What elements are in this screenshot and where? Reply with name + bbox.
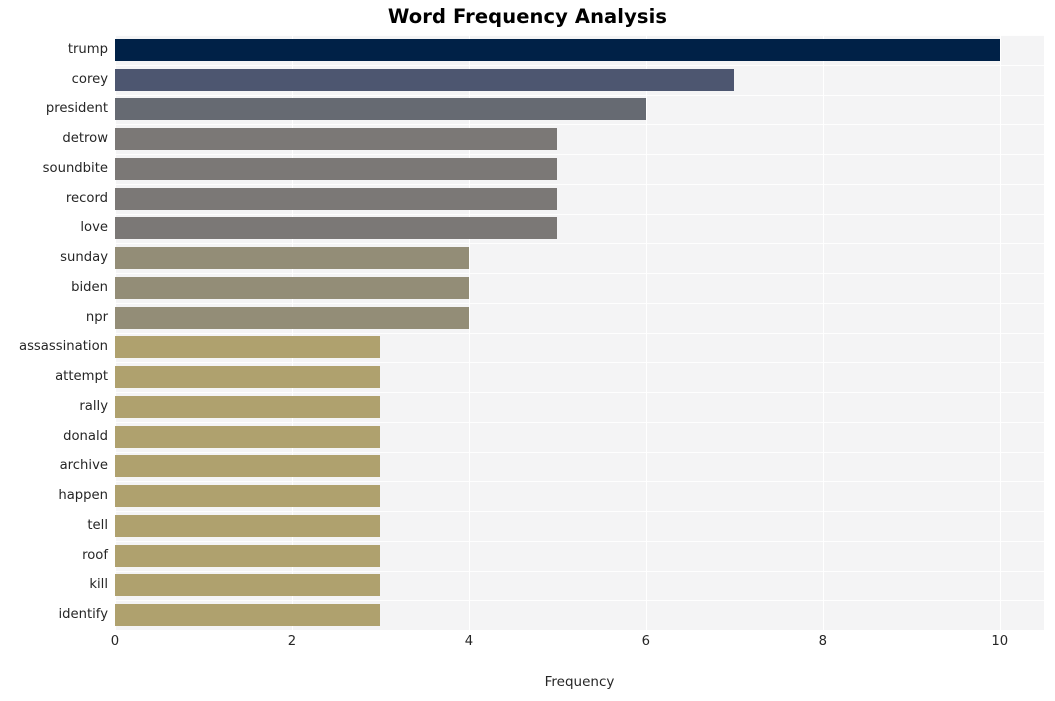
x-tick-label-6: 6 [641,634,651,649]
y-tick-label-trump: trump [67,41,108,57]
y-tick-label-detrow: detrow [62,131,108,147]
bar-record[interactable] [115,187,558,210]
y-tick-label-corey: corey [71,71,108,87]
y-tick-label-record: record [65,190,108,206]
chart-title: Word Frequency Analysis [387,5,668,28]
gridline-y [115,511,1044,513]
y-tick-label-president: president [45,101,108,117]
gridline-y [115,362,1044,364]
bar-npr[interactable] [115,306,469,329]
gridline-y [115,154,1044,156]
bar-happen[interactable] [115,485,381,508]
x-tick-label-2: 2 [287,634,297,649]
y-tick-label-roof: roof [82,547,108,563]
gridline-y [115,273,1044,275]
x-axis-title: Frequency [544,674,615,690]
x-tick-label-10: 10 [991,634,1009,649]
bar-kill[interactable] [115,574,381,597]
y-tick-label-biden: biden [71,279,108,295]
bar-tell[interactable] [115,514,381,537]
gridline-y [115,183,1044,185]
y-tick-label-attempt: attempt [55,369,108,385]
gridline-y [115,451,1044,453]
bar-corey[interactable] [115,68,735,91]
x-tick-label-4: 4 [464,634,474,649]
y-tick-label-archive: archive [59,458,108,474]
bar-soundbite[interactable] [115,157,558,180]
y-tick-label-soundbite: soundbite [42,160,108,176]
bar-attempt[interactable] [115,366,381,389]
y-tick-label-kill: kill [89,577,108,593]
gridline-y [115,302,1044,304]
y-tick-label-npr: npr [85,309,108,325]
y-axis-tick-labels: trump corey president detrow soundbite record… [0,35,108,630]
y-tick-label-identify: identify [58,607,108,623]
bar-biden[interactable] [115,276,469,299]
bar-rally[interactable] [115,395,381,418]
gridline-y [115,243,1044,245]
bar-detrow[interactable] [115,128,558,151]
plot-area [115,35,1044,630]
x-axis-tick-labels: 0 2 4 6 8 10 [111,634,1044,656]
y-tick-label-tell: tell [87,517,108,533]
gridline-y [115,392,1044,394]
y-tick-label-happen: happen [58,488,108,504]
y-tick-label-love: love [80,220,108,236]
bar-identify[interactable] [115,604,381,627]
bar-archive[interactable] [115,455,381,478]
gridline-y [115,481,1044,483]
gridline-y [115,600,1044,602]
y-tick-label-rally: rally [79,398,108,414]
gridline-y [115,213,1044,215]
word-frequency-chart-figure: Word Frequency Analysis trump corey presid… [0,0,1055,701]
bar-sunday[interactable] [115,247,469,270]
bar-roof[interactable] [115,544,381,567]
gridline-y [115,570,1044,572]
bar-trump[interactable] [115,38,1000,61]
gridline-y [115,94,1044,96]
gridline-y [115,35,1044,37]
gridline-y [115,124,1044,126]
y-tick-label-assassination: assassination [18,339,108,355]
x-tick-label-8: 8 [818,634,827,649]
bar-president[interactable] [115,98,646,121]
y-tick-label-donald: donald [63,428,108,444]
gridline-y [115,64,1044,66]
gridline-y [115,540,1044,542]
bar-assassination[interactable] [115,336,381,359]
bar-donald[interactable] [115,425,381,448]
y-tick-label-sunday: sunday [60,250,108,266]
bar-love[interactable] [115,217,558,240]
gridline-y [115,421,1044,423]
gridline-y [115,332,1044,334]
x-tick-label-0: 0 [110,634,120,649]
